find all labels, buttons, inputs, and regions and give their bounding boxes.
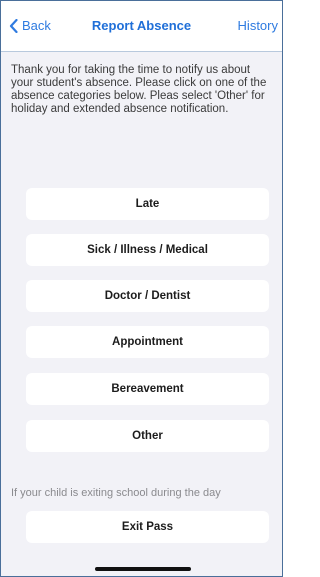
exit-pass-button[interactable]: Exit Pass	[26, 511, 269, 543]
category-bereavement-button[interactable]: Bereavement	[26, 373, 269, 405]
category-doctor-button[interactable]: Doctor / Dentist	[26, 280, 269, 312]
intro-text: Thank you for taking the time to notify …	[11, 64, 267, 115]
app-screen: Back Report Absence History Thank you fo…	[0, 0, 283, 577]
navigation-bar: Back Report Absence History	[1, 1, 282, 52]
main-content[interactable]: Thank you for taking the time to notify …	[1, 52, 282, 576]
history-button[interactable]: History	[238, 18, 278, 33]
category-sick-button[interactable]: Sick / Illness / Medical	[26, 234, 269, 266]
category-late-button[interactable]: Late	[26, 188, 269, 220]
home-indicator[interactable]	[95, 567, 191, 571]
category-appointment-button[interactable]: Appointment	[26, 326, 269, 358]
category-other-button[interactable]: Other	[26, 420, 269, 452]
exit-note: If your child is exiting school during t…	[11, 487, 221, 499]
